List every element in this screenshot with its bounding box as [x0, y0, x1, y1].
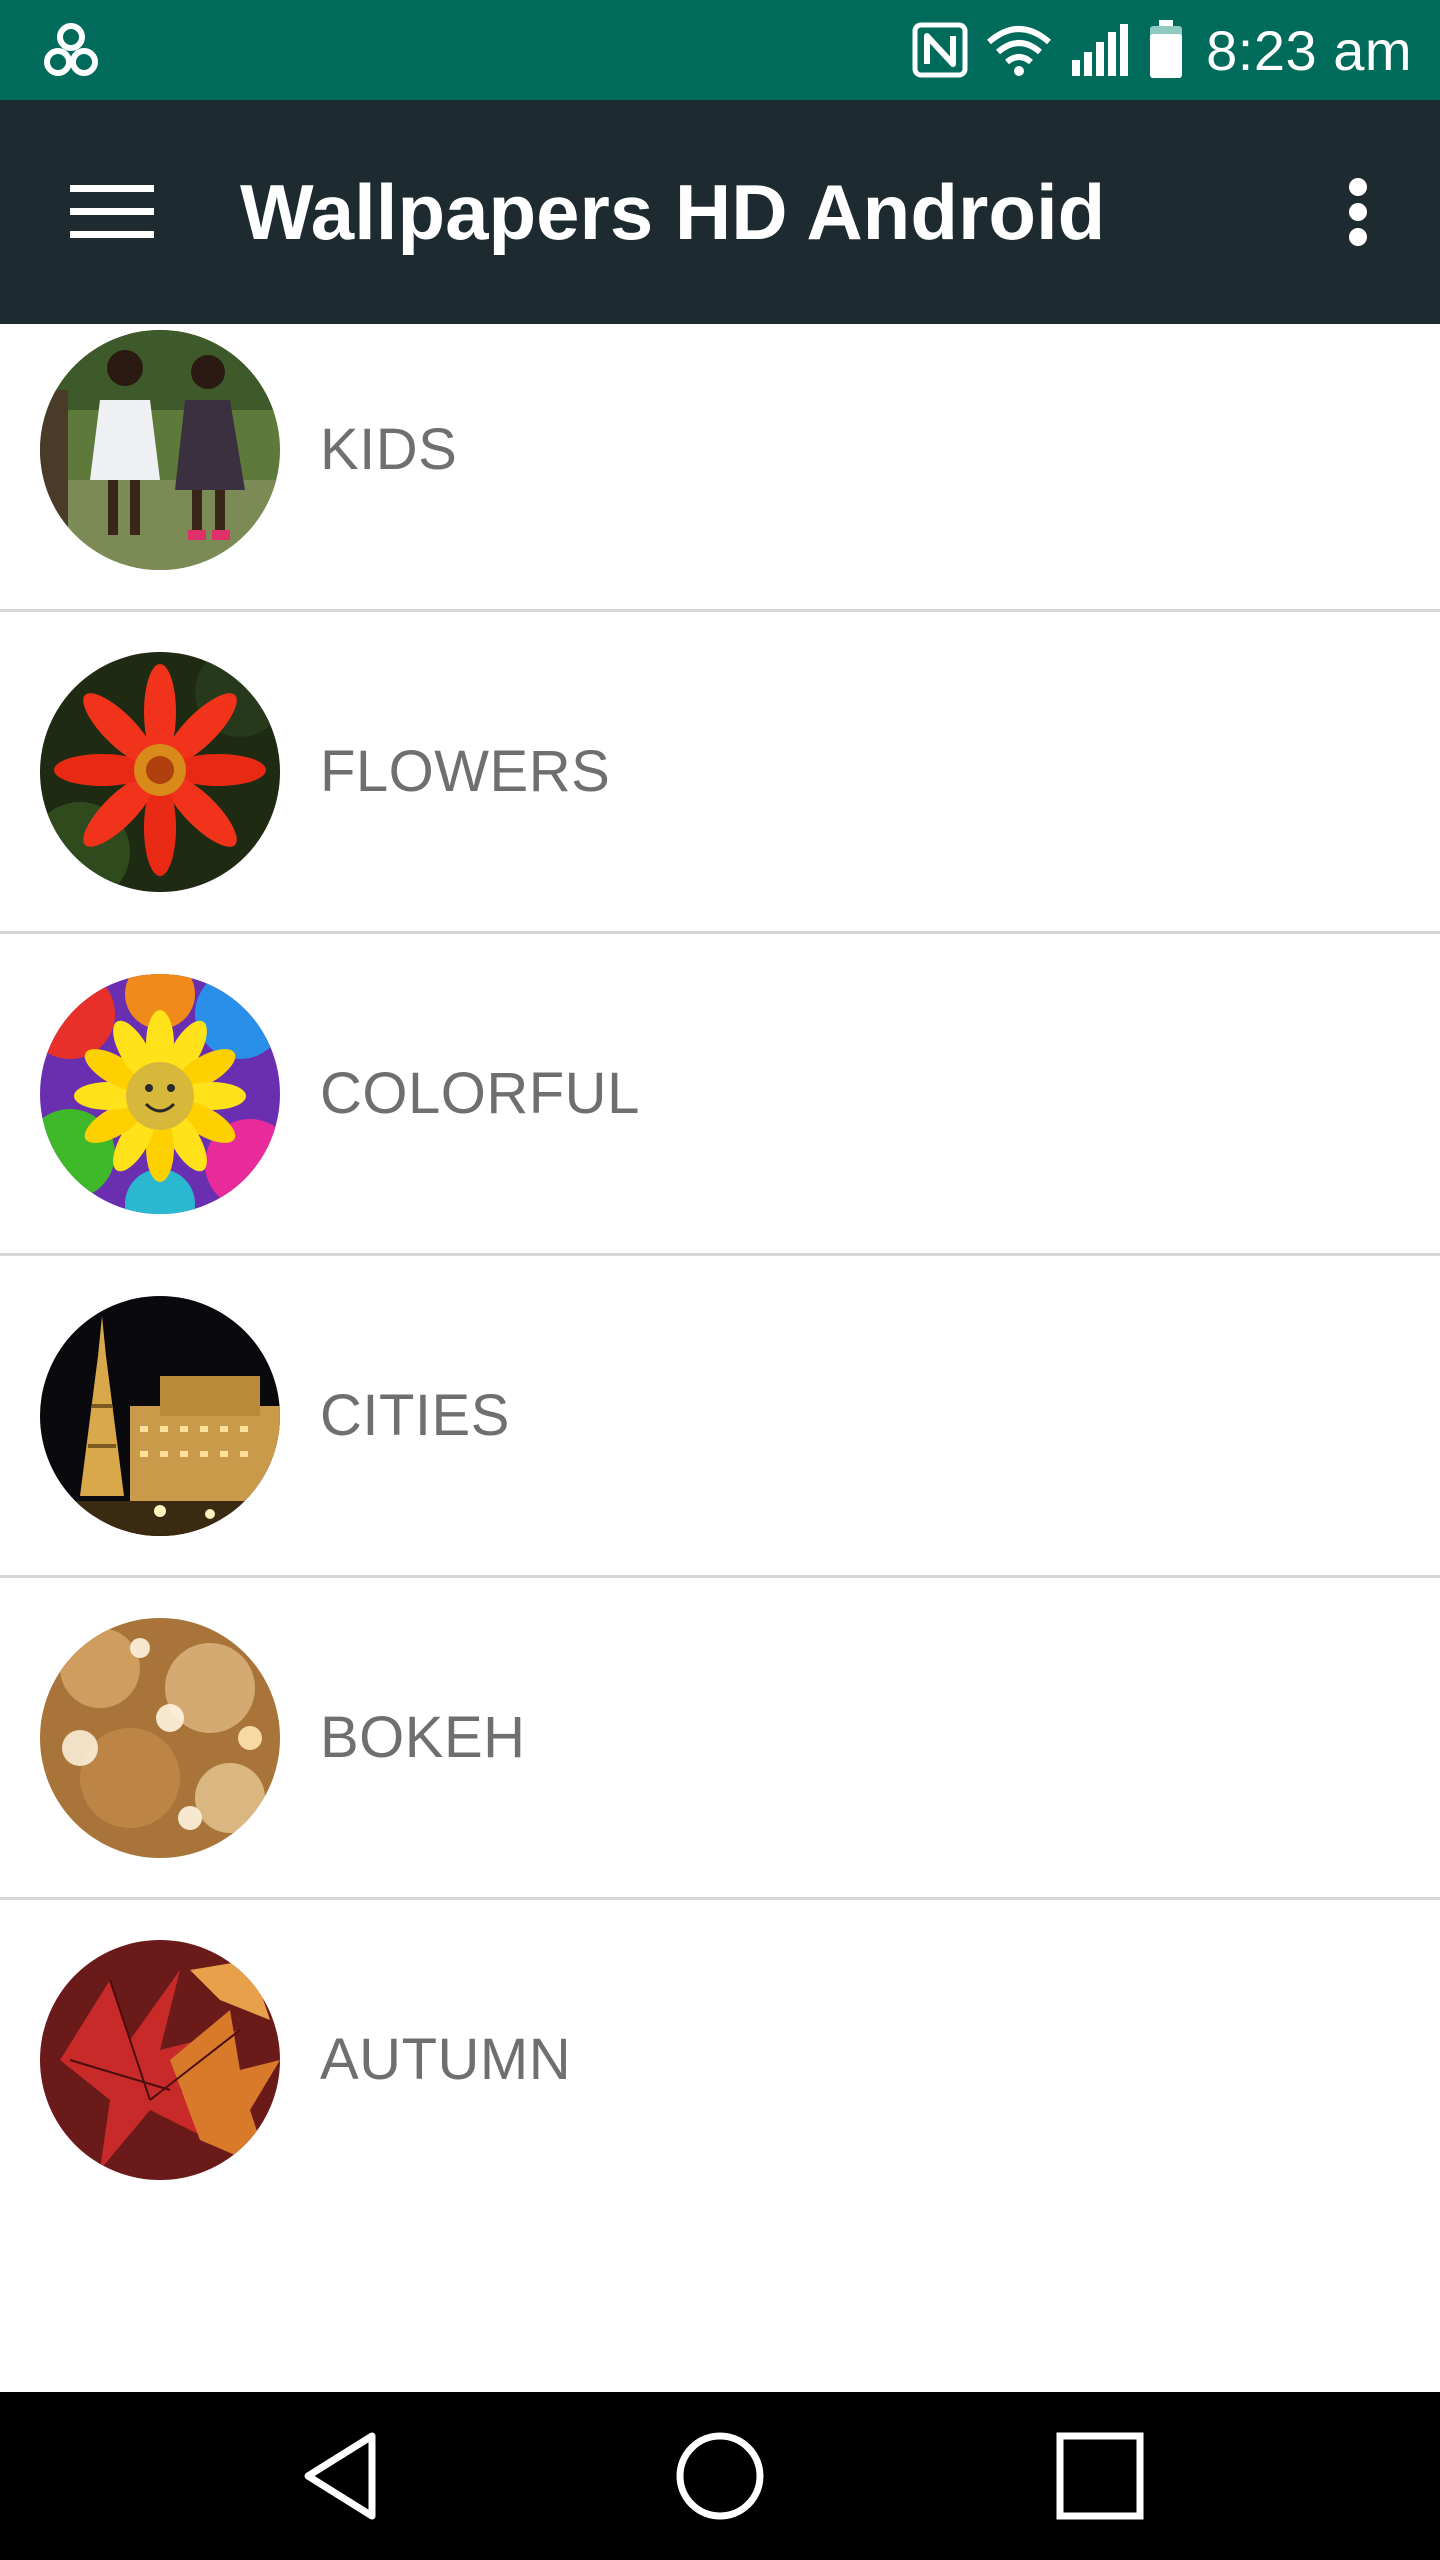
category-item-cities[interactable]: CITIES: [0, 1256, 1440, 1578]
category-item-kids[interactable]: KIDS: [0, 324, 1440, 612]
home-button[interactable]: [660, 2426, 780, 2526]
more-vert-icon: [1349, 178, 1367, 246]
back-icon: [304, 2432, 376, 2520]
cities-thumbnail: [40, 1296, 280, 1536]
flowers-thumbnail: [40, 652, 280, 892]
category-label: CITIES: [320, 1383, 510, 1448]
menu-button[interactable]: [48, 166, 176, 258]
hamburger-menu-icon: [70, 185, 154, 238]
kids-thumbnail: [40, 330, 280, 570]
category-item-autumn[interactable]: AUTUMN: [0, 1900, 1440, 2222]
category-label: COLORFUL: [320, 1061, 640, 1126]
recents-button[interactable]: [1040, 2426, 1160, 2526]
back-button[interactable]: [280, 2426, 400, 2526]
colorful-thumbnail: [40, 974, 280, 1214]
recents-icon: [1056, 2432, 1144, 2520]
category-label: FLOWERS: [320, 739, 611, 804]
category-label: KIDS: [320, 417, 458, 482]
clock: 8:23 am: [1206, 18, 1412, 82]
status-bar: 8:23 am: [0, 0, 1440, 100]
overflow-menu-button[interactable]: [1316, 162, 1400, 262]
wifi-icon: [987, 26, 1052, 76]
cell-signal-icon: [1072, 24, 1129, 76]
status-icons: 8:23 am: [912, 0, 1412, 100]
category-item-bokeh[interactable]: BOKEH: [0, 1578, 1440, 1900]
home-icon: [676, 2432, 764, 2520]
autumn-thumbnail: [40, 1940, 280, 2180]
category-list: KIDS FLOWERS COLORFUL CITIES BOKEH AUTUM…: [0, 324, 1440, 2222]
category-label: AUTUMN: [320, 2027, 572, 2092]
battery-icon: [1150, 20, 1183, 78]
nfc-icon: [912, 22, 968, 78]
app-bar: Wallpapers HD Android: [0, 100, 1440, 324]
category-item-colorful[interactable]: COLORFUL: [0, 934, 1440, 1256]
category-item-flowers[interactable]: FLOWERS: [0, 612, 1440, 934]
category-label: BOKEH: [320, 1705, 526, 1770]
app-notification-icon: [44, 23, 98, 76]
page-title: Wallpapers HD Android: [240, 168, 1106, 256]
navigation-bar: [0, 2392, 1440, 2560]
bokeh-thumbnail: [40, 1618, 280, 1858]
